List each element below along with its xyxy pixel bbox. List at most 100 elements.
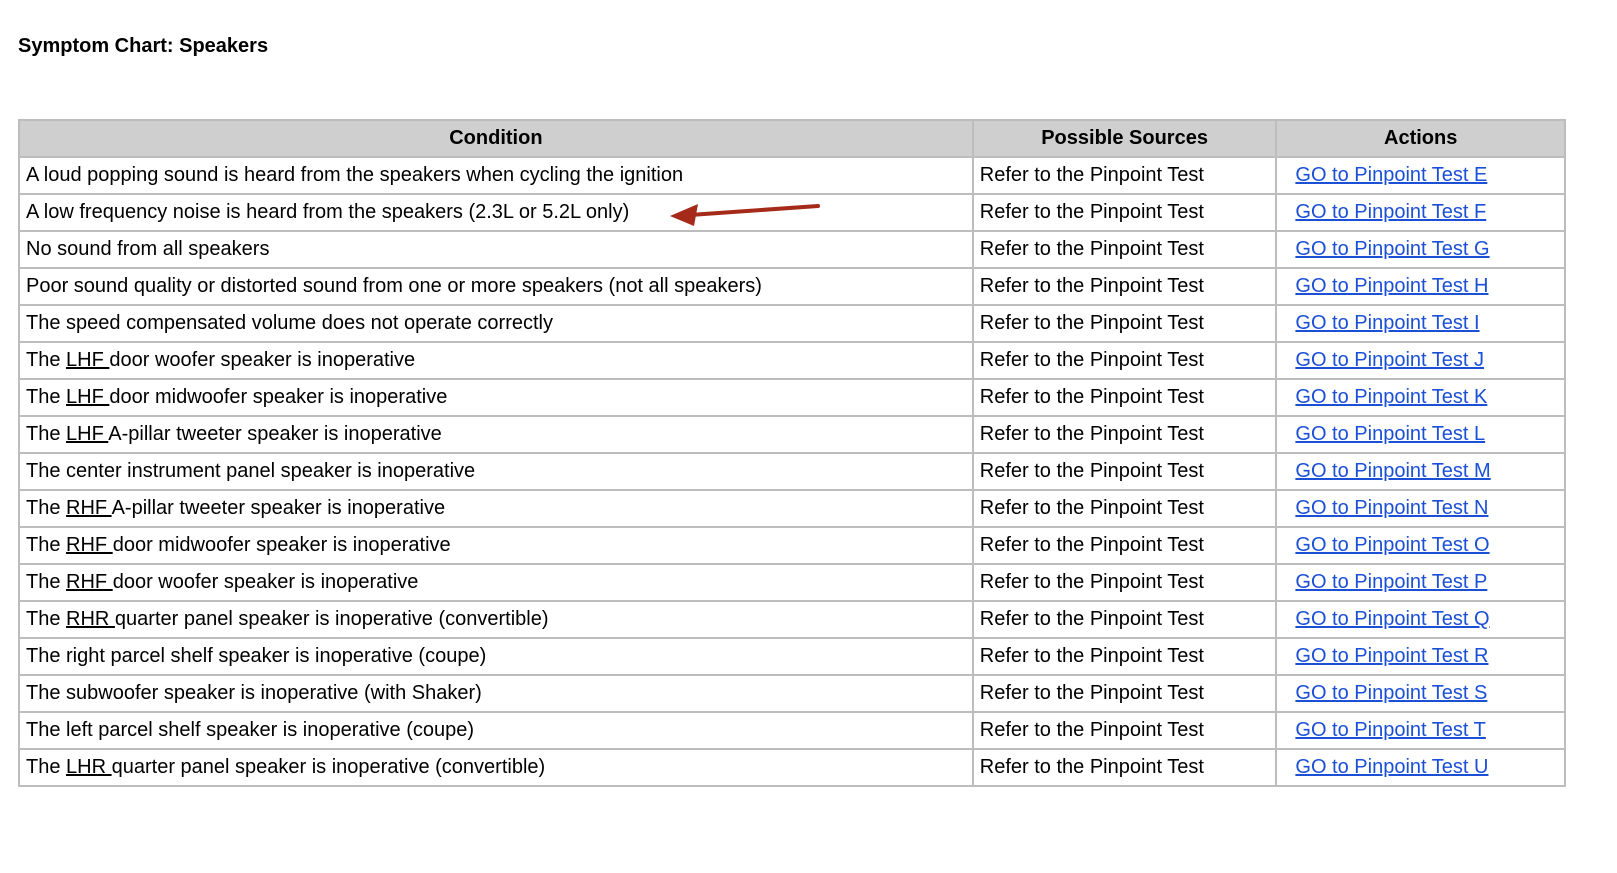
actions-cell: GO to Pinpoint Test L (1277, 417, 1566, 454)
actions-cell: GO to Pinpoint Test K (1277, 380, 1566, 417)
actions-cell: GO to Pinpoint Test J (1277, 343, 1566, 380)
table-row: The speed compensated volume does not op… (20, 306, 1566, 343)
pinpoint-test-link[interactable]: GO to Pinpoint Test H (1295, 275, 1488, 297)
condition-text-rest: quarter panel speaker is inoperative (co… (114, 608, 549, 630)
condition-text: The (26, 756, 67, 778)
condition-text: A loud popping sound is heard from the s… (26, 164, 684, 186)
location-abbreviation[interactable]: LHF (66, 423, 108, 445)
condition-text-rest: A-pillar tweeter speaker is inoperative (111, 497, 446, 519)
condition-text-rest: door midwoofer speaker is inoperative (109, 386, 448, 408)
pinpoint-test-link[interactable]: GO to Pinpoint Test N (1295, 497, 1488, 519)
table-row: The RHF A-pillar tweeter speaker is inop… (20, 491, 1566, 528)
condition-cell: The right parcel shelf speaker is inoper… (20, 639, 974, 676)
actions-cell: GO to Pinpoint Test P (1277, 565, 1566, 602)
condition-text: The (26, 534, 67, 556)
table-row: Poor sound quality or distorted sound fr… (20, 269, 1566, 306)
condition-text: The left parcel shelf speaker is inopera… (26, 719, 475, 741)
possible-source-cell: Refer to the Pinpoint Test (973, 306, 1278, 343)
table-row: The LHR quarter panel speaker is inopera… (20, 750, 1566, 787)
actions-cell: GO to Pinpoint Test S (1277, 676, 1566, 713)
condition-cell: The RHR quarter panel speaker is inopera… (20, 602, 974, 639)
actions-cell: GO to Pinpoint Test O (1277, 528, 1566, 565)
pinpoint-test-link[interactable]: GO to Pinpoint Test S (1295, 682, 1487, 704)
condition-cell: Poor sound quality or distorted sound fr… (20, 269, 974, 306)
pinpoint-test-link[interactable]: GO to Pinpoint Test T (1295, 719, 1485, 741)
location-abbreviation[interactable]: RHF (66, 497, 112, 519)
pinpoint-test-link[interactable]: GO to Pinpoint Test M (1295, 460, 1490, 482)
table-row: The RHF door midwoofer speaker is inoper… (20, 528, 1566, 565)
header-actions: Actions (1277, 121, 1566, 158)
pinpoint-test-link[interactable]: GO to Pinpoint Test I (1295, 312, 1479, 334)
actions-cell: GO to Pinpoint Test Q (1277, 602, 1566, 639)
pinpoint-test-link[interactable]: GO to Pinpoint Test O (1295, 534, 1489, 556)
condition-cell: The subwoofer speaker is inoperative (wi… (20, 676, 974, 713)
condition-text: The speed compensated volume does not op… (26, 312, 553, 334)
actions-cell: GO to Pinpoint Test E (1277, 158, 1566, 195)
table-row: No sound from all speakers Refer to the P… (20, 232, 1566, 269)
pinpoint-test-link[interactable]: GO to Pinpoint Test R (1295, 645, 1488, 667)
possible-source-cell: Refer to the Pinpoint Test (973, 750, 1278, 787)
possible-source-cell: Refer to the Pinpoint Test (973, 380, 1278, 417)
condition-text-rest: quarter panel speaker is inoperative (co… (111, 756, 546, 778)
actions-cell: GO to Pinpoint Test G (1277, 232, 1566, 269)
possible-source-cell: Refer to the Pinpoint Test (973, 713, 1278, 750)
actions-cell: GO to Pinpoint Test N (1277, 491, 1566, 528)
condition-text: No sound from all speakers (26, 238, 270, 260)
location-abbreviation[interactable]: LHF (66, 349, 109, 371)
actions-cell: GO to Pinpoint Test M (1277, 454, 1566, 491)
location-abbreviation[interactable]: RHF (66, 534, 113, 556)
condition-cell: The LHR quarter panel speaker is inopera… (20, 750, 974, 787)
condition-text-rest: door midwoofer speaker is inoperative (112, 534, 451, 556)
header-condition: Condition (20, 121, 974, 158)
condition-cell: The RHF door midwoofer speaker is inoper… (20, 528, 974, 565)
condition-cell: The speed compensated volume does not op… (20, 306, 974, 343)
table-row: The left parcel shelf speaker is inopera… (20, 713, 1566, 750)
possible-source-cell: Refer to the Pinpoint Test (973, 232, 1278, 269)
condition-text: The (26, 423, 67, 445)
pinpoint-test-link[interactable]: GO to Pinpoint Test F (1295, 201, 1486, 223)
table-row: The right parcel shelf speaker is inoper… (20, 639, 1566, 676)
actions-cell: GO to Pinpoint Test F (1277, 195, 1566, 232)
location-abbreviation[interactable]: RHR (66, 608, 115, 630)
possible-source-cell: Refer to the Pinpoint Test (973, 454, 1278, 491)
condition-text: The right parcel shelf speaker is inoper… (26, 645, 487, 667)
pinpoint-test-link[interactable]: GO to Pinpoint Test U (1295, 756, 1488, 778)
red-arrow-icon (670, 204, 820, 226)
pinpoint-test-link[interactable]: GO to Pinpoint Test K (1295, 386, 1487, 408)
condition-text: The (26, 386, 67, 408)
condition-cell: The RHF door woofer speaker is inoperati… (20, 565, 974, 602)
table-row: The RHR quarter panel speaker is inopera… (20, 602, 1566, 639)
table-row: The LHF door midwoofer speaker is inoper… (20, 380, 1566, 417)
condition-cell: The center instrument panel speaker is i… (20, 454, 974, 491)
pinpoint-test-link[interactable]: GO to Pinpoint Test P (1295, 571, 1487, 593)
condition-cell: A low frequency noise is heard from the … (20, 195, 974, 232)
pinpoint-test-link[interactable]: GO to Pinpoint Test E (1295, 164, 1487, 186)
table-row: A loud popping sound is heard from the s… (20, 158, 1566, 195)
possible-source-cell: Refer to the Pinpoint Test (973, 676, 1278, 713)
condition-text: The (26, 571, 67, 593)
condition-cell: The LHF A-pillar tweeter speaker is inop… (20, 417, 974, 454)
actions-cell: GO to Pinpoint Test R (1277, 639, 1566, 676)
table-row: The LHF door woofer speaker is inoperati… (20, 343, 1566, 380)
location-abbreviation[interactable]: LHF (66, 386, 109, 408)
table-row: The LHF A-pillar tweeter speaker is inop… (20, 417, 1566, 454)
condition-cell: The RHF A-pillar tweeter speaker is inop… (20, 491, 974, 528)
location-abbreviation[interactable]: LHR (66, 756, 112, 778)
pinpoint-test-link[interactable]: GO to Pinpoint Test G (1295, 238, 1489, 260)
condition-cell: No sound from all speakers (20, 232, 974, 269)
actions-cell: GO to Pinpoint Test T (1277, 713, 1566, 750)
actions-cell: GO to Pinpoint Test H (1277, 269, 1566, 306)
possible-source-cell: Refer to the Pinpoint Test (973, 195, 1278, 232)
location-abbreviation[interactable]: RHF (66, 571, 113, 593)
condition-text-rest: door woofer speaker is inoperative (112, 571, 419, 593)
table-row: The subwoofer speaker is inoperative (wi… (20, 676, 1566, 713)
condition-text: Poor sound quality or distorted sound fr… (26, 275, 762, 297)
pinpoint-test-link[interactable]: GO to Pinpoint Test Q (1295, 608, 1489, 630)
pinpoint-test-link[interactable]: GO to Pinpoint Test J (1295, 349, 1484, 371)
pinpoint-test-link[interactable]: GO to Pinpoint Test L (1295, 423, 1485, 445)
condition-cell: The LHF door midwoofer speaker is inoper… (20, 380, 974, 417)
header-possible-sources: Possible Sources (973, 121, 1278, 158)
possible-source-cell: Refer to the Pinpoint Test (973, 639, 1278, 676)
possible-source-cell: Refer to the Pinpoint Test (973, 417, 1278, 454)
condition-cell: The left parcel shelf speaker is inopera… (20, 713, 974, 750)
